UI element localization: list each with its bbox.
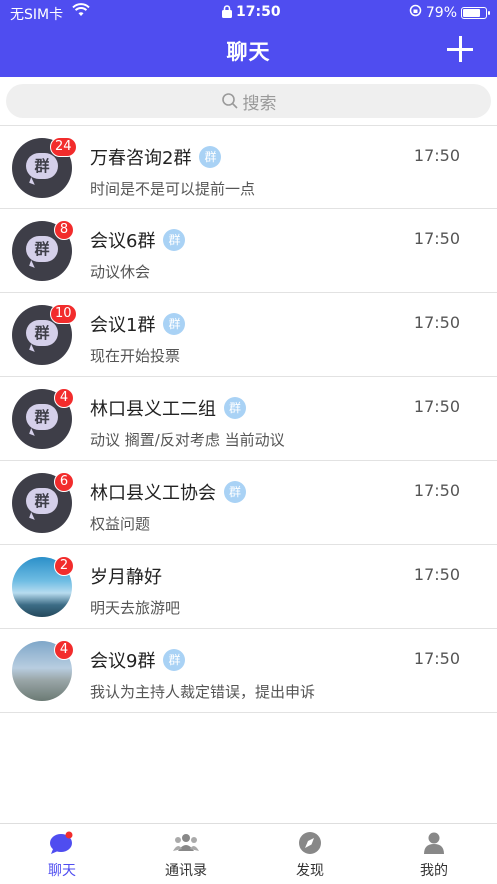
last-message: 我认为主持人裁定错误，提出申诉 [90, 683, 316, 701]
lock-icon [222, 5, 232, 22]
compass-icon [297, 831, 323, 855]
chat-name: 万春咨询2群 [90, 148, 192, 169]
contacts-icon [173, 831, 199, 855]
last-message: 现在开始投票 [90, 347, 181, 365]
group-chat-icon: 群 [26, 404, 58, 430]
battery-icon [461, 6, 490, 19]
chat-name-row: 会议6群群 [90, 227, 186, 253]
message-time: 17:50 [413, 649, 460, 668]
group-chat-icon: 群 [26, 153, 58, 179]
chat-name: 林口县义工协会 [90, 483, 216, 504]
group-tag-icon: 群 [163, 229, 186, 251]
chat-name-row: 万春咨询2群群 [90, 144, 222, 170]
search-placeholder: 搜索 [242, 93, 277, 114]
chat-name-row: 林口县义工二组群 [90, 395, 246, 421]
chat-list-item[interactable]: 群 10 会议1群群现在开始投票 17:50 [0, 293, 497, 377]
tab-label: 我的 [420, 863, 448, 879]
message-time: 17:50 [413, 397, 460, 416]
group-chat-icon: 群 [26, 236, 58, 262]
chat-list-item[interactable]: 群 6 林口县义工协会群权益问题 17:50 [0, 461, 497, 545]
search-icon [221, 93, 238, 109]
group-chat-icon: 群 [26, 320, 58, 346]
message-time: 17:50 [413, 229, 460, 248]
message-time: 17:50 [413, 146, 460, 165]
wifi-icon [72, 3, 90, 21]
chat-name: 会议6群 [90, 231, 156, 252]
chat-list-item[interactable]: 4 会议9群群我认为主持人裁定错误，提出申诉 17:50 [0, 629, 497, 713]
battery-percent: 79% [425, 4, 457, 21]
chat-bubble-icon [49, 831, 75, 855]
chat-list-item[interactable]: 群 24 万春咨询2群群时间是不是可以提前一点 17:50 [0, 125, 497, 209]
unread-badge: 6 [54, 472, 74, 492]
message-time: 17:50 [413, 565, 460, 584]
last-message: 明天去旅游吧 [90, 599, 181, 617]
plus-icon[interactable] [447, 36, 473, 62]
chat-list-item[interactable]: 群 4 林口县义工二组群动议 搁置/反对考虑 当前动议 17:50 [0, 377, 497, 461]
tab-label: 发现 [296, 863, 324, 879]
message-time: 17:50 [413, 481, 460, 500]
chat-list: 群 24 万春咨询2群群时间是不是可以提前一点 17:50 群 8 会议6群群动议休会 17:… [0, 125, 497, 713]
chat-name-row: 会议1群群 [90, 311, 186, 337]
last-message: 动议休会 [90, 263, 151, 281]
status-bar: 无SIM卡 17:50 79% [0, 0, 497, 26]
page-title: 聊天 [226, 40, 271, 64]
chat-name-row: 林口县义工协会群 [90, 479, 246, 505]
unread-badge: 24 [50, 137, 77, 157]
status-right: 79% [409, 4, 490, 21]
chat-name: 林口县义工二组 [90, 399, 216, 420]
unread-badge: 2 [54, 556, 74, 576]
group-tag-icon: 群 [199, 146, 222, 168]
chat-name-row: 会议9群群 [90, 647, 186, 673]
person-icon [421, 831, 447, 855]
last-message: 动议 搁置/反对考虑 当前动议 [90, 431, 285, 449]
tab-me[interactable]: 我的 [372, 824, 496, 884]
tab-label: 聊天 [48, 863, 76, 879]
chat-name: 岁月静好 [90, 567, 162, 588]
search-input[interactable]: 搜索 [6, 84, 491, 118]
orientation-lock-icon [409, 4, 422, 21]
tab-chat[interactable]: 聊天 [0, 824, 124, 884]
group-tag-icon: 群 [163, 313, 186, 335]
group-chat-icon: 群 [26, 488, 58, 514]
chat-name: 会议9群 [90, 651, 156, 672]
tab-discover[interactable]: 发现 [248, 824, 372, 884]
tab-contacts[interactable]: 通讯录 [124, 824, 248, 884]
last-message: 权益问题 [90, 515, 151, 533]
unread-badge: 4 [54, 388, 74, 408]
app-header: 无SIM卡 17:50 79% 聊天 [0, 0, 497, 77]
chat-list-item[interactable]: 群 8 会议6群群动议休会 17:50 [0, 209, 497, 293]
carrier-label: 无SIM卡 [10, 7, 64, 23]
message-time: 17:50 [413, 313, 460, 332]
chat-list-item[interactable]: 2 岁月静好明天去旅游吧 17:50 [0, 545, 497, 629]
status-time: 17:50 [236, 4, 281, 20]
tab-bar: 聊天 通讯录 发现 我的 [0, 823, 497, 883]
unread-badge: 4 [54, 640, 74, 660]
unread-badge: 10 [50, 304, 77, 324]
chat-name: 会议1群 [90, 315, 156, 336]
group-tag-icon: 群 [224, 481, 246, 503]
tab-label: 通讯录 [165, 863, 207, 879]
chat-name-row: 岁月静好 [90, 563, 162, 589]
group-tag-icon: 群 [163, 649, 186, 671]
group-tag-icon: 群 [224, 397, 246, 419]
last-message: 时间是不是可以提前一点 [90, 180, 256, 198]
unread-badge: 8 [54, 220, 74, 240]
